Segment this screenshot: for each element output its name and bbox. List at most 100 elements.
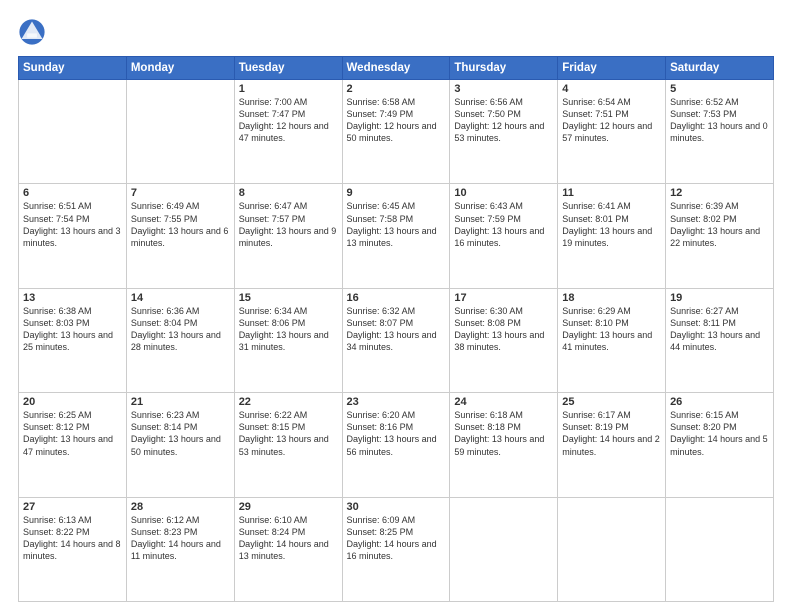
day-number: 25: [562, 396, 661, 408]
day-number: 23: [347, 396, 446, 408]
cell-info: Sunrise: 6:25 AM Sunset: 8:12 PM Dayligh…: [23, 409, 122, 458]
cell-info: Sunrise: 6:39 AM Sunset: 8:02 PM Dayligh…: [670, 200, 769, 249]
col-header-saturday: Saturday: [666, 57, 774, 80]
week-row-3: 13Sunrise: 6:38 AM Sunset: 8:03 PM Dayli…: [19, 288, 774, 392]
cell-info: Sunrise: 7:00 AM Sunset: 7:47 PM Dayligh…: [239, 96, 338, 145]
week-row-5: 27Sunrise: 6:13 AM Sunset: 8:22 PM Dayli…: [19, 497, 774, 601]
cell-4-7: 26Sunrise: 6:15 AM Sunset: 8:20 PM Dayli…: [666, 393, 774, 497]
cell-info: Sunrise: 6:15 AM Sunset: 8:20 PM Dayligh…: [670, 409, 769, 458]
col-header-sunday: Sunday: [19, 57, 127, 80]
cell-1-1: [19, 80, 127, 184]
day-number: 30: [347, 501, 446, 513]
cell-info: Sunrise: 6:29 AM Sunset: 8:10 PM Dayligh…: [562, 305, 661, 354]
logo: [18, 18, 50, 46]
cell-2-5: 10Sunrise: 6:43 AM Sunset: 7:59 PM Dayli…: [450, 184, 558, 288]
cell-info: Sunrise: 6:52 AM Sunset: 7:53 PM Dayligh…: [670, 96, 769, 145]
col-header-monday: Monday: [126, 57, 234, 80]
day-number: 20: [23, 396, 122, 408]
week-row-2: 6Sunrise: 6:51 AM Sunset: 7:54 PM Daylig…: [19, 184, 774, 288]
cell-3-6: 18Sunrise: 6:29 AM Sunset: 8:10 PM Dayli…: [558, 288, 666, 392]
cell-2-2: 7Sunrise: 6:49 AM Sunset: 7:55 PM Daylig…: [126, 184, 234, 288]
logo-icon: [18, 18, 46, 46]
cell-5-2: 28Sunrise: 6:12 AM Sunset: 8:23 PM Dayli…: [126, 497, 234, 601]
day-number: 28: [131, 501, 230, 513]
day-number: 1: [239, 83, 338, 95]
cell-info: Sunrise: 6:43 AM Sunset: 7:59 PM Dayligh…: [454, 200, 553, 249]
week-row-4: 20Sunrise: 6:25 AM Sunset: 8:12 PM Dayli…: [19, 393, 774, 497]
cell-4-2: 21Sunrise: 6:23 AM Sunset: 8:14 PM Dayli…: [126, 393, 234, 497]
cell-4-6: 25Sunrise: 6:17 AM Sunset: 8:19 PM Dayli…: [558, 393, 666, 497]
cell-info: Sunrise: 6:22 AM Sunset: 8:15 PM Dayligh…: [239, 409, 338, 458]
cell-info: Sunrise: 6:20 AM Sunset: 8:16 PM Dayligh…: [347, 409, 446, 458]
day-number: 9: [347, 187, 446, 199]
cell-info: Sunrise: 6:36 AM Sunset: 8:04 PM Dayligh…: [131, 305, 230, 354]
day-number: 17: [454, 292, 553, 304]
cell-info: Sunrise: 6:23 AM Sunset: 8:14 PM Dayligh…: [131, 409, 230, 458]
header-row: SundayMondayTuesdayWednesdayThursdayFrid…: [19, 57, 774, 80]
page: SundayMondayTuesdayWednesdayThursdayFrid…: [0, 0, 792, 612]
cell-4-5: 24Sunrise: 6:18 AM Sunset: 8:18 PM Dayli…: [450, 393, 558, 497]
day-number: 29: [239, 501, 338, 513]
day-number: 13: [23, 292, 122, 304]
cell-info: Sunrise: 6:27 AM Sunset: 8:11 PM Dayligh…: [670, 305, 769, 354]
day-number: 6: [23, 187, 122, 199]
cell-4-1: 20Sunrise: 6:25 AM Sunset: 8:12 PM Dayli…: [19, 393, 127, 497]
header: [18, 18, 774, 46]
day-number: 3: [454, 83, 553, 95]
cell-5-3: 29Sunrise: 6:10 AM Sunset: 8:24 PM Dayli…: [234, 497, 342, 601]
cell-info: Sunrise: 6:51 AM Sunset: 7:54 PM Dayligh…: [23, 200, 122, 249]
cell-1-5: 3Sunrise: 6:56 AM Sunset: 7:50 PM Daylig…: [450, 80, 558, 184]
cell-info: Sunrise: 6:32 AM Sunset: 8:07 PM Dayligh…: [347, 305, 446, 354]
day-number: 4: [562, 83, 661, 95]
cell-info: Sunrise: 6:56 AM Sunset: 7:50 PM Dayligh…: [454, 96, 553, 145]
day-number: 5: [670, 83, 769, 95]
col-header-thursday: Thursday: [450, 57, 558, 80]
cell-2-1: 6Sunrise: 6:51 AM Sunset: 7:54 PM Daylig…: [19, 184, 127, 288]
cell-info: Sunrise: 6:41 AM Sunset: 8:01 PM Dayligh…: [562, 200, 661, 249]
cell-info: Sunrise: 6:18 AM Sunset: 8:18 PM Dayligh…: [454, 409, 553, 458]
cell-5-4: 30Sunrise: 6:09 AM Sunset: 8:25 PM Dayli…: [342, 497, 450, 601]
cell-3-2: 14Sunrise: 6:36 AM Sunset: 8:04 PM Dayli…: [126, 288, 234, 392]
cell-info: Sunrise: 6:54 AM Sunset: 7:51 PM Dayligh…: [562, 96, 661, 145]
day-number: 21: [131, 396, 230, 408]
day-number: 18: [562, 292, 661, 304]
cell-info: Sunrise: 6:30 AM Sunset: 8:08 PM Dayligh…: [454, 305, 553, 354]
cell-5-5: [450, 497, 558, 601]
cell-2-3: 8Sunrise: 6:47 AM Sunset: 7:57 PM Daylig…: [234, 184, 342, 288]
cell-2-4: 9Sunrise: 6:45 AM Sunset: 7:58 PM Daylig…: [342, 184, 450, 288]
day-number: 26: [670, 396, 769, 408]
cell-3-3: 15Sunrise: 6:34 AM Sunset: 8:06 PM Dayli…: [234, 288, 342, 392]
day-number: 15: [239, 292, 338, 304]
day-number: 11: [562, 187, 661, 199]
day-number: 14: [131, 292, 230, 304]
day-number: 27: [23, 501, 122, 513]
cell-5-6: [558, 497, 666, 601]
cell-1-7: 5Sunrise: 6:52 AM Sunset: 7:53 PM Daylig…: [666, 80, 774, 184]
cell-5-1: 27Sunrise: 6:13 AM Sunset: 8:22 PM Dayli…: [19, 497, 127, 601]
day-number: 12: [670, 187, 769, 199]
cell-info: Sunrise: 6:47 AM Sunset: 7:57 PM Dayligh…: [239, 200, 338, 249]
cell-1-4: 2Sunrise: 6:58 AM Sunset: 7:49 PM Daylig…: [342, 80, 450, 184]
cell-4-3: 22Sunrise: 6:22 AM Sunset: 8:15 PM Dayli…: [234, 393, 342, 497]
cell-info: Sunrise: 6:10 AM Sunset: 8:24 PM Dayligh…: [239, 514, 338, 563]
cell-1-6: 4Sunrise: 6:54 AM Sunset: 7:51 PM Daylig…: [558, 80, 666, 184]
day-number: 22: [239, 396, 338, 408]
day-number: 2: [347, 83, 446, 95]
week-row-1: 1Sunrise: 7:00 AM Sunset: 7:47 PM Daylig…: [19, 80, 774, 184]
day-number: 8: [239, 187, 338, 199]
cell-info: Sunrise: 6:49 AM Sunset: 7:55 PM Dayligh…: [131, 200, 230, 249]
cell-3-1: 13Sunrise: 6:38 AM Sunset: 8:03 PM Dayli…: [19, 288, 127, 392]
cell-1-2: [126, 80, 234, 184]
cell-info: Sunrise: 6:58 AM Sunset: 7:49 PM Dayligh…: [347, 96, 446, 145]
cell-info: Sunrise: 6:34 AM Sunset: 8:06 PM Dayligh…: [239, 305, 338, 354]
cell-info: Sunrise: 6:09 AM Sunset: 8:25 PM Dayligh…: [347, 514, 446, 563]
cell-1-3: 1Sunrise: 7:00 AM Sunset: 7:47 PM Daylig…: [234, 80, 342, 184]
day-number: 10: [454, 187, 553, 199]
cell-info: Sunrise: 6:13 AM Sunset: 8:22 PM Dayligh…: [23, 514, 122, 563]
day-number: 24: [454, 396, 553, 408]
cell-3-4: 16Sunrise: 6:32 AM Sunset: 8:07 PM Dayli…: [342, 288, 450, 392]
cell-info: Sunrise: 6:12 AM Sunset: 8:23 PM Dayligh…: [131, 514, 230, 563]
col-header-wednesday: Wednesday: [342, 57, 450, 80]
day-number: 16: [347, 292, 446, 304]
cell-2-7: 12Sunrise: 6:39 AM Sunset: 8:02 PM Dayli…: [666, 184, 774, 288]
